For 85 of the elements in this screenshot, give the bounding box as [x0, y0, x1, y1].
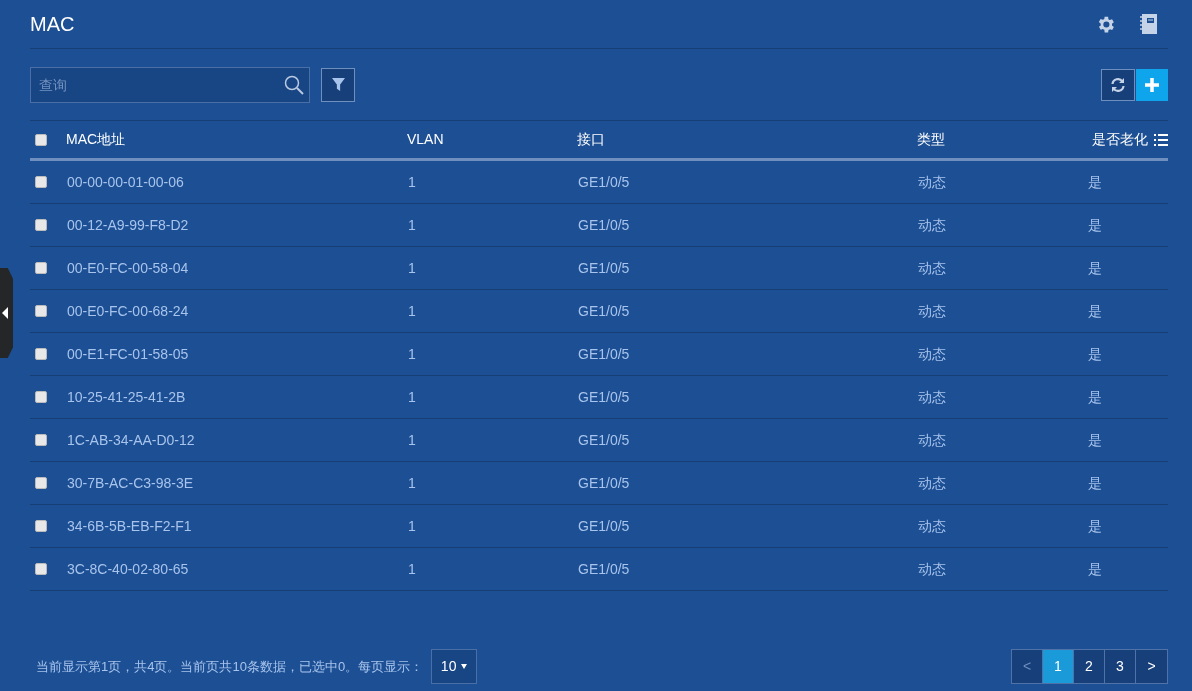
table-cell: GE1/0/5	[578, 431, 630, 448]
table-cell: GE1/0/5	[578, 302, 630, 319]
table-cell: 是	[1088, 560, 1102, 577]
refresh-button[interactable]	[1101, 68, 1135, 101]
table-cell: 00-12-A9-99-F8-D2	[67, 216, 189, 233]
checkbox[interactable]	[35, 477, 47, 489]
table-cell: 动态	[918, 560, 946, 577]
page-button[interactable]: >	[1136, 650, 1167, 683]
table-cell: 1	[408, 431, 416, 448]
caret-down-icon	[461, 664, 468, 669]
column-header: 类型	[917, 130, 945, 149]
checkbox[interactable]	[35, 434, 47, 446]
table-cell: 是	[1088, 388, 1102, 405]
table-cell: 1C-AB-34-AA-D0-12	[67, 431, 195, 448]
table-cell: 是	[1088, 431, 1102, 448]
table-cell: 00-E1-FC-01-58-05	[67, 345, 189, 362]
checkbox[interactable]	[35, 262, 47, 274]
add-button[interactable]	[1136, 68, 1168, 101]
collapse-handle[interactable]	[0, 268, 13, 358]
column-header: 是否老化	[1092, 130, 1148, 149]
column-header: VLAN	[407, 130, 444, 149]
filter-icon	[331, 78, 345, 91]
table-cell: 是	[1088, 173, 1102, 190]
table-cell: 34-6B-5B-EB-F2-F1	[67, 517, 192, 534]
page-button[interactable]: 3	[1105, 650, 1136, 683]
table-cell: 1	[408, 259, 416, 276]
table-cell: GE1/0/5	[578, 560, 630, 577]
pagination-summary: 当前显示第1页，共4页。当前页共10条数据，已选中0。每页显示：	[36, 657, 424, 676]
table-cell: 3C-8C-40-02-80-65	[67, 560, 189, 577]
table-cell: 1	[408, 560, 416, 577]
page-title: MAC	[30, 12, 75, 37]
table-cell: 00-00-00-01-00-06	[67, 173, 184, 190]
checkbox[interactable]	[35, 219, 47, 231]
table-cell: 是	[1088, 474, 1102, 491]
checkbox[interactable]	[35, 520, 47, 532]
plus-icon	[1145, 77, 1159, 92]
table-cell: 00-E0-FC-00-58-04	[67, 259, 189, 276]
page-button[interactable]: 2	[1074, 650, 1105, 683]
search-field[interactable]: 查询	[30, 66, 310, 103]
checkbox[interactable]	[35, 305, 47, 317]
table-cell: GE1/0/5	[578, 388, 630, 405]
table-cell: 1	[408, 388, 416, 405]
table-cell: 动态	[918, 259, 946, 276]
table-cell: GE1/0/5	[578, 517, 630, 534]
table-cell: 1	[408, 345, 416, 362]
table-cell: 动态	[918, 474, 946, 491]
notebook-icon[interactable]	[1138, 13, 1158, 35]
refresh-icon	[1110, 76, 1126, 93]
list-icon[interactable]	[1154, 133, 1168, 146]
checkbox[interactable]	[35, 348, 47, 360]
table-cell: GE1/0/5	[578, 216, 630, 233]
table-cell: GE1/0/5	[578, 345, 630, 362]
column-header: 接口	[577, 130, 605, 149]
table-cell: 动态	[918, 431, 946, 448]
table-cell: 是	[1088, 259, 1102, 276]
table-cell: 动态	[918, 517, 946, 534]
table-cell: 00-E0-FC-00-68-24	[67, 302, 189, 319]
table-cell: 动态	[918, 345, 946, 362]
filter-button[interactable]	[321, 67, 355, 102]
table-cell: 动态	[918, 173, 946, 190]
table-cell: 1	[408, 216, 416, 233]
table-cell: 1	[408, 173, 416, 190]
table-cell: 是	[1088, 345, 1102, 362]
checkbox[interactable]	[35, 133, 47, 146]
table-cell: 是	[1088, 302, 1102, 319]
table-cell: 是	[1088, 216, 1102, 233]
table-cell: 动态	[918, 302, 946, 319]
table-cell: GE1/0/5	[578, 173, 630, 190]
table-cell: 是	[1088, 517, 1102, 534]
table-cell: 10-25-41-25-41-2B	[67, 388, 186, 405]
checkbox[interactable]	[35, 563, 47, 575]
table-cell: 动态	[918, 388, 946, 405]
table-cell: GE1/0/5	[578, 259, 630, 276]
checkbox[interactable]	[35, 391, 47, 403]
table-cell: 1	[408, 302, 416, 319]
column-header: MAC地址	[66, 130, 126, 149]
search-icon[interactable]	[284, 74, 304, 95]
table-cell: 动态	[918, 216, 946, 233]
checkbox[interactable]	[35, 176, 47, 188]
caret-left-icon	[2, 307, 8, 319]
page-size-select[interactable]: 10	[431, 649, 478, 684]
table-cell: 1	[408, 474, 416, 491]
table-cell: GE1/0/5	[578, 474, 630, 491]
table-cell: 1	[408, 517, 416, 534]
table-cell: 30-7B-AC-C3-98-3E	[67, 474, 194, 491]
